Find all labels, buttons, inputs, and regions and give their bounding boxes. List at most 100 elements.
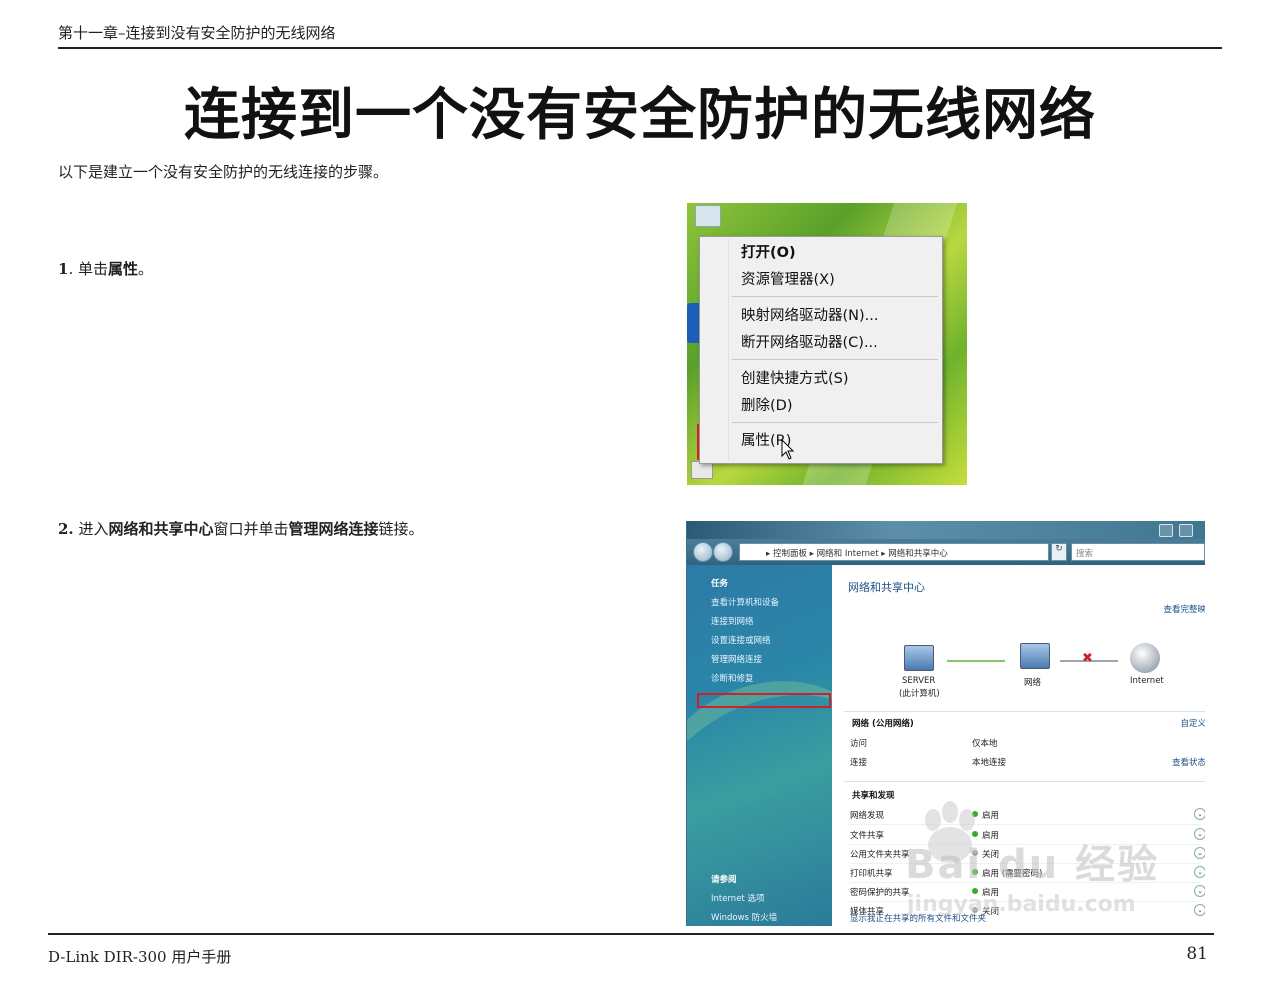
row-divider [850, 901, 1200, 902]
step-1: 1. 单击属性。 [58, 258, 153, 279]
computer-icon [695, 205, 721, 227]
intro-text: 以下是建立一个没有安全防护的无线连接的步骤。 [58, 163, 389, 181]
chevron-down-icon[interactable]: ⌄ [1194, 828, 1205, 840]
status-on-icon [972, 811, 978, 817]
section-divider [844, 711, 1205, 712]
network-icon [1020, 643, 1050, 669]
status-off-icon [972, 850, 978, 856]
running-head: 第十一章–连接到没有安全防护的无线网络 [58, 24, 336, 42]
row-divider [850, 863, 1200, 864]
menu-separator [732, 359, 938, 360]
section-divider [844, 781, 1205, 782]
task-manage-connections[interactable]: 管理网络连接 [711, 653, 762, 665]
menu-gutter [728, 239, 729, 461]
see-also-heading: 请参阅 [711, 875, 737, 885]
task-connect-network[interactable]: 连接到网络 [711, 615, 754, 627]
sharing-row-label: 打印机共享 [850, 869, 893, 879]
chevron-down-icon[interactable]: ⌄ [1194, 885, 1205, 897]
back-arrow-icon[interactable] [693, 542, 713, 562]
status-on-icon [972, 888, 978, 894]
disconnected-icon: ✖ [1082, 651, 1093, 666]
menu-item-open[interactable]: 打开(O) [741, 241, 796, 262]
sharing-row-label: 公用文件夹共享 [850, 850, 910, 860]
access-value: 仅本地 [972, 739, 998, 749]
node-internet-label: Internet [1130, 676, 1164, 686]
step-2-mid: 窗口并单击 [213, 520, 289, 538]
content-title: 网络和共享中心 [848, 581, 925, 594]
chevron-down-icon[interactable]: ⌄ [1194, 904, 1205, 916]
node-server-sublabel: (此计算机) [899, 689, 940, 699]
page-title: 连接到一个没有安全防护的无线网络 [184, 82, 1096, 148]
status-on-icon [972, 831, 978, 837]
menu-item-delete[interactable]: 删除(D) [741, 394, 792, 415]
internet-globe-icon [1130, 643, 1160, 673]
task-view-computers[interactable]: 查看计算机和设备 [711, 596, 779, 608]
menu-item-shortcut[interactable]: 创建快捷方式(S) [741, 367, 849, 388]
row-divider [850, 882, 1200, 883]
see-also-internet-options[interactable]: Internet 选项 [711, 892, 764, 904]
step-1-number: 1 [58, 260, 69, 278]
step-2-bold: 网络和共享中心 [108, 520, 214, 538]
status-on-icon [972, 869, 978, 875]
address-bar[interactable]: ▸ 控制面板 ▸ 网络和 Internet ▸ 网络和共享中心 [739, 543, 1049, 561]
chevron-down-icon[interactable]: ⌄ [1194, 808, 1205, 820]
sharing-row-label: 网络发现 [850, 811, 885, 821]
sharing-row-value: 启用 [972, 809, 999, 821]
step-1-bold: 属性 [107, 260, 138, 278]
tasks-heading: 任务 [711, 579, 729, 589]
sharing-row-value: 启用 [972, 829, 999, 841]
sharing-section-heading: 共享和发现 [852, 791, 895, 801]
task-diagnose-repair[interactable]: 诊断和修复 [711, 672, 754, 684]
maximize-button[interactable] [1179, 524, 1193, 537]
context-menu-screenshot: 打开(O) 资源管理器(X) 映射网络驱动器(N)... 断开网络驱动器(C).… [687, 203, 967, 485]
header-rule [58, 47, 1222, 49]
row-divider [850, 824, 1200, 825]
view-status-link[interactable]: 查看状态 [1172, 756, 1205, 768]
node-network-label[interactable]: 网络 [1024, 676, 1041, 688]
mouse-cursor-icon [781, 439, 795, 460]
sharing-row-value: 启用 [972, 886, 999, 898]
navigation-bar: ▸ 控制面板 ▸ 网络和 Internet ▸ 网络和共享中心 ↻ 搜索 [687, 539, 1205, 565]
context-menu: 打开(O) 资源管理器(X) 映射网络驱动器(N)... 断开网络驱动器(C).… [699, 236, 943, 464]
step-2: 2. 进入网络和共享中心窗口并单击管理网络连接链接。 [58, 518, 424, 539]
menu-item-explorer[interactable]: 资源管理器(X) [741, 268, 835, 289]
sharing-row-label: 密码保护的共享 [850, 888, 910, 898]
view-full-map-link[interactable]: 查看完整映 [1163, 603, 1205, 615]
refresh-icon[interactable]: ↻ [1051, 543, 1067, 561]
step-2-number: 2. [58, 520, 74, 538]
footer-manual-name: D-Link DIR-300 用户手册 [48, 948, 232, 966]
chevron-down-icon[interactable]: ⌄ [1194, 866, 1205, 878]
step-1-pre: . 单击 [68, 260, 108, 278]
see-also-firewall[interactable]: Windows 防火墙 [711, 911, 777, 923]
connection-line [947, 660, 1005, 662]
search-input[interactable]: 搜索 [1071, 543, 1205, 561]
page-number: 81 [1186, 944, 1208, 964]
sharing-row-value: 启用 (需要密码) [972, 867, 1042, 879]
menu-separator [732, 296, 938, 297]
sharing-row-label: 文件共享 [850, 831, 885, 841]
forward-arrow-icon[interactable] [713, 542, 733, 562]
footer-rule [48, 933, 1214, 935]
minimize-button[interactable] [1159, 524, 1173, 537]
chevron-down-icon[interactable]: ⌄ [1194, 847, 1205, 859]
customize-link[interactable]: 自定义 [1180, 717, 1205, 729]
manage-connections-highlight [697, 693, 831, 708]
connection-label: 连接 [850, 758, 868, 768]
computer-icon [904, 645, 934, 671]
menu-item-disconnect-drive[interactable]: 断开网络驱动器(C)... [741, 331, 878, 352]
show-shared-files-link[interactable]: 显示我正在共享的所有文件和文件夹 [850, 912, 986, 924]
sharing-row-value: 关闭 [972, 848, 999, 860]
row-divider [850, 844, 1200, 845]
task-setup-connection[interactable]: 设置连接或网络 [711, 634, 771, 646]
step-2-bold2: 管理网络连接 [288, 520, 379, 538]
network-section-heading: 网络 (公用网络) [852, 719, 914, 729]
step-2-post: 链接。 [378, 520, 424, 538]
menu-item-map-drive[interactable]: 映射网络驱动器(N)... [741, 304, 879, 325]
menu-separator [732, 422, 938, 423]
step-2-pre: 进入 [73, 520, 109, 538]
connection-value: 本地连接 [972, 758, 1007, 768]
step-1-post: 。 [138, 260, 154, 278]
network-center-screenshot: ▸ 控制面板 ▸ 网络和 Internet ▸ 网络和共享中心 ↻ 搜索 任务 … [686, 521, 1205, 926]
access-label: 访问 [850, 739, 868, 749]
content-pane: 网络和共享中心 查看完整映 ✖ SERVER (此计算机) 网络 Interne… [832, 565, 1205, 926]
